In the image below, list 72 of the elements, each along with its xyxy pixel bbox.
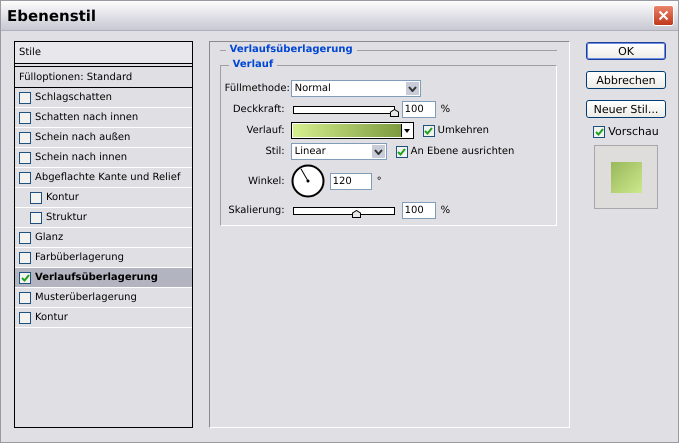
number-field[interactable]: 100 — [402, 101, 436, 118]
item-label: Farbüberlagerung — [35, 252, 124, 263]
checkbox[interactable] — [19, 152, 31, 164]
number-field[interactable]: 100 — [402, 202, 436, 219]
list-item[interactable]: Fülloptionen: Standard — [14, 66, 193, 88]
checkbox[interactable] — [396, 146, 408, 158]
checkbox[interactable] — [19, 272, 31, 284]
caret-icon — [408, 86, 417, 92]
close-button[interactable] — [653, 5, 674, 26]
checkbox[interactable] — [19, 252, 31, 264]
slider-thumb[interactable] — [352, 210, 361, 218]
unit-label: ° — [376, 176, 382, 186]
item-label: Musterüberlagerung — [35, 292, 137, 303]
unit-label: % — [440, 104, 450, 115]
item-label: Schein nach innen — [35, 152, 128, 163]
section-title: Verlaufsüberlagerung — [226, 44, 357, 55]
dropdown[interactable]: Normal — [290, 80, 421, 97]
checkbox-label: Umkehren — [438, 125, 490, 136]
item-label: Struktur — [46, 212, 87, 223]
checkbox[interactable] — [593, 126, 606, 138]
angle-dial-icon[interactable] — [290, 164, 325, 198]
slider-thumb[interactable] — [390, 108, 399, 116]
checkbox[interactable] — [19, 232, 31, 244]
dialog-button[interactable]: OK — [586, 42, 666, 60]
checkbox[interactable] — [19, 292, 31, 304]
item-label: Glanz — [35, 232, 64, 243]
group-title: Verlauf — [228, 59, 278, 70]
checkbox[interactable] — [19, 92, 31, 104]
checkbox[interactable] — [30, 212, 42, 224]
list-item[interactable]: Kontur — [15, 188, 192, 208]
item-label: Abgeflachte Kante und Relief — [35, 172, 180, 183]
window-title: Ebenenstil — [7, 6, 96, 24]
checkbox[interactable] — [19, 172, 31, 184]
list-header: Stile — [14, 41, 193, 64]
checkbox[interactable] — [422, 124, 435, 136]
list-item[interactable]: Abgeflachte Kante und Relief — [15, 168, 192, 188]
list-item[interactable]: Struktur — [15, 208, 192, 228]
list-item[interactable]: Musterüberlagerung — [15, 288, 192, 308]
field-label: Stil: — [264, 146, 285, 157]
caret-icon — [404, 128, 410, 132]
checkbox-label: Vorschau — [608, 125, 659, 138]
item-label: Verlaufsüberlagerung — [35, 272, 158, 283]
checkbox-label: An Ebene ausrichten — [410, 146, 514, 157]
list-item[interactable]: Glanz — [15, 228, 192, 248]
list-item[interactable]: Schatten nach innen — [15, 108, 192, 128]
item-label: Schlagschatten — [35, 92, 112, 103]
checkbox[interactable] — [19, 112, 31, 124]
checkbox[interactable] — [19, 312, 31, 324]
field-label: Skalierung: — [227, 205, 285, 216]
item-label: Kontur — [46, 192, 79, 203]
checkbox[interactable] — [30, 192, 42, 204]
preview-swatch — [610, 162, 642, 192]
field-label: Verlauf: — [246, 125, 285, 136]
field-label: Winkel: — [247, 176, 285, 186]
list-item[interactable]: Schlagschatten — [15, 88, 192, 108]
list-item[interactable]: Schein nach außen — [15, 128, 192, 148]
number-field[interactable]: 120 — [330, 172, 372, 190]
dialog-button[interactable]: Abbrechen — [586, 71, 666, 89]
list-item[interactable]: Verlaufsüberlagerung — [15, 268, 192, 288]
dialog-button[interactable]: Neuer Stil... — [586, 100, 666, 118]
list-item[interactable]: Schein nach innen — [15, 148, 192, 168]
item-label: Schatten nach innen — [35, 112, 138, 123]
close-icon — [658, 10, 669, 21]
dropdown[interactable]: Linear — [290, 143, 387, 160]
item-label: Schein nach außen — [35, 132, 130, 143]
checkbox[interactable] — [19, 132, 31, 144]
caret-icon — [374, 148, 383, 154]
unit-label: % — [440, 205, 450, 216]
field-label: Deckkraft: — [232, 104, 285, 115]
list-item[interactable]: Kontur — [15, 308, 192, 328]
item-label: Kontur — [35, 312, 68, 323]
gradient-picker[interactable] — [290, 122, 414, 139]
